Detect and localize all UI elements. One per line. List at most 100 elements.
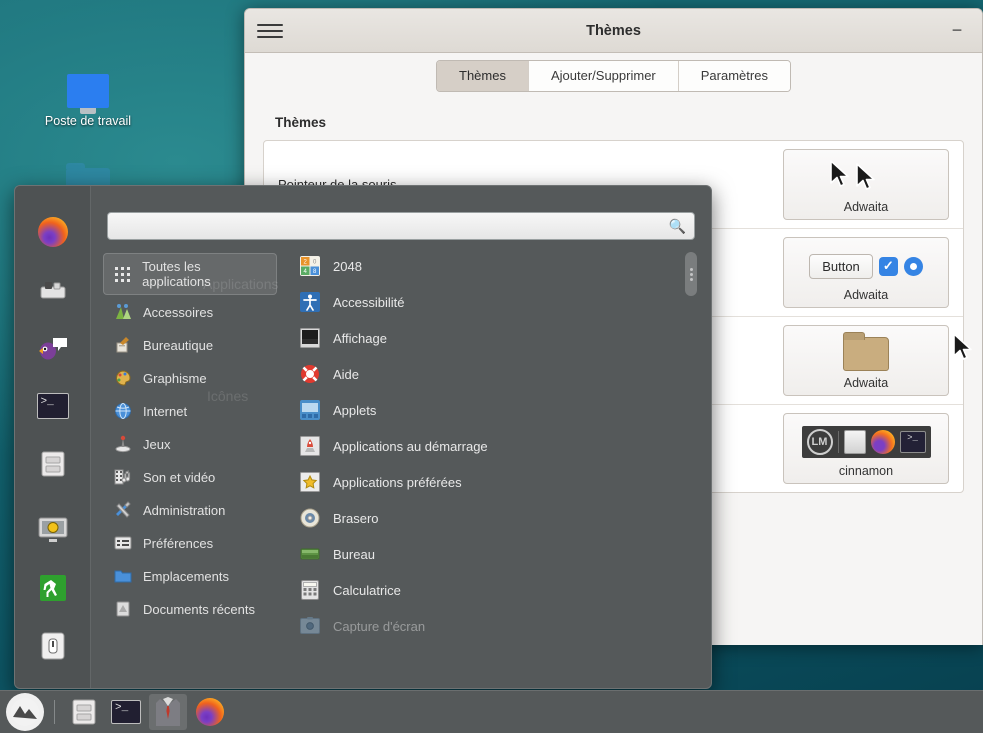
sidebar-item-administration[interactable]: Administration bbox=[103, 494, 277, 526]
preview-button-label: Button bbox=[809, 253, 873, 279]
list-item-label: Brasero bbox=[333, 510, 379, 526]
taskbar-files-icon[interactable] bbox=[65, 694, 103, 730]
files-icon[interactable] bbox=[33, 444, 73, 484]
firefox-icon bbox=[870, 430, 895, 454]
list-item[interactable]: Accessibilité bbox=[291, 284, 699, 320]
sidebar-item-label: Emplacements bbox=[143, 568, 229, 584]
list-item-label: Applications préférées bbox=[333, 474, 462, 490]
sidebar-item-label: Administration bbox=[143, 502, 226, 518]
sidebar-item-graphics[interactable]: Graphisme bbox=[103, 362, 277, 394]
grid-icon bbox=[113, 264, 132, 284]
list-item[interactable]: Affichage bbox=[291, 320, 699, 356]
list-item-label: Affichage bbox=[333, 330, 387, 346]
menu-right-pane: 🔍 Applications Icônes Toutes les applica… bbox=[91, 186, 711, 688]
list-item-label: Capture d'écran bbox=[333, 618, 426, 634]
desktop[interactable]: Poste de travail Dossier personnel Corbe… bbox=[0, 0, 983, 733]
sidebar-item-games[interactable]: Jeux bbox=[103, 428, 277, 460]
sidebar-item-accessories[interactable]: Accessoires bbox=[103, 296, 277, 328]
taskbar-themes-window-icon[interactable] bbox=[149, 694, 187, 730]
mouse-pointer-theme-button[interactable]: Adwaita bbox=[783, 149, 949, 220]
hamburger-icon[interactable] bbox=[257, 18, 283, 44]
terminal-icon[interactable]: >_ bbox=[33, 386, 73, 426]
list-item-label: Applications au démarrage bbox=[333, 438, 488, 454]
taskbar-firefox-icon[interactable] bbox=[191, 694, 229, 730]
sidebar-item-label: Bureautique bbox=[143, 337, 214, 353]
sidebar-item-internet[interactable]: Internet bbox=[103, 395, 277, 427]
tab-themes[interactable]: Thèmes bbox=[437, 60, 529, 92]
accessories-icon bbox=[113, 302, 133, 322]
menu-columns: Applications Icônes Toutes les applicati… bbox=[103, 248, 699, 678]
scrollbar-thumb[interactable] bbox=[685, 252, 697, 296]
firefox-icon[interactable] bbox=[33, 212, 73, 252]
list-item[interactable]: 248 0 2048 bbox=[291, 248, 699, 284]
sidebar-item-sound-video[interactable]: Son et vidéo bbox=[103, 461, 277, 493]
lock-screen-icon[interactable] bbox=[33, 510, 73, 550]
list-item-label: Calculatrice bbox=[333, 582, 401, 598]
sidebar-item-label: Toutes les applications bbox=[142, 259, 211, 289]
desktop-settings-icon bbox=[299, 543, 321, 565]
window-title: Thèmes bbox=[586, 22, 641, 39]
places-icon bbox=[113, 566, 133, 586]
minimize-button[interactable]: − bbox=[944, 18, 970, 44]
startup-applications-icon bbox=[299, 435, 321, 457]
section-title: Thèmes bbox=[275, 115, 327, 130]
list-item[interactable]: Calculatrice bbox=[291, 572, 699, 608]
sidebar-item-places[interactable]: Emplacements bbox=[103, 560, 277, 592]
list-item[interactable]: Applets bbox=[291, 392, 699, 428]
2048-icon: 248 0 bbox=[299, 255, 321, 277]
mint-logo-icon: LM bbox=[806, 429, 833, 455]
computer-icon bbox=[40, 60, 136, 114]
radio-icon bbox=[903, 256, 923, 276]
list-item-label: Applets bbox=[333, 402, 377, 418]
list-item[interactable]: Capture d'écran bbox=[291, 608, 699, 644]
sidebar-item-label: Internet bbox=[143, 403, 188, 419]
list-item[interactable]: Brasero bbox=[291, 500, 699, 536]
list-item-label: Accessibilité bbox=[333, 294, 405, 310]
window-titlebar[interactable]: Thèmes − bbox=[245, 9, 982, 53]
app-list-scrollbar[interactable] bbox=[685, 252, 697, 480]
sidebar-item-label: Jeux bbox=[143, 436, 171, 452]
mint-menu-icon[interactable] bbox=[6, 693, 44, 731]
tab-add-remove[interactable]: Ajouter/Supprimer bbox=[528, 60, 679, 92]
display-icon bbox=[299, 327, 321, 349]
cursor-preview-icon bbox=[794, 158, 938, 198]
list-item[interactable]: Applications au démarrage bbox=[291, 428, 699, 464]
list-item[interactable]: Bureau bbox=[291, 536, 699, 572]
software-manager-icon[interactable] bbox=[33, 270, 73, 310]
search-icon: 🔍 bbox=[668, 217, 686, 234]
accessibility-icon bbox=[299, 291, 321, 313]
sidebar-item-all-applications[interactable]: Toutes les applications bbox=[103, 253, 277, 295]
screenshot-icon bbox=[299, 615, 321, 637]
list-item[interactable]: Applications préférées bbox=[291, 464, 699, 500]
hexchat-icon[interactable] bbox=[33, 328, 73, 368]
taskbar[interactable]: >_ bbox=[0, 690, 983, 733]
sidebar-item-label: Graphisme bbox=[143, 370, 207, 386]
application-menu[interactable]: >_ 🔍 Applications Icônes Toutes les appl… bbox=[14, 185, 712, 689]
search-input[interactable] bbox=[116, 218, 669, 234]
controls-preview: Button ✓ bbox=[794, 246, 938, 286]
search-box[interactable]: 🔍 bbox=[107, 212, 695, 240]
shutdown-icon[interactable] bbox=[33, 626, 73, 666]
internet-icon bbox=[113, 401, 133, 421]
tab-bar: Thèmes Ajouter/Supprimer Paramètres bbox=[245, 53, 982, 99]
applets-icon bbox=[299, 399, 321, 421]
category-pane: Toutes les applications Accessoires Bure… bbox=[103, 248, 277, 678]
logout-icon[interactable] bbox=[33, 568, 73, 608]
favorites-pane: >_ bbox=[15, 186, 91, 688]
sidebar-item-label: Accessoires bbox=[143, 304, 214, 320]
list-item[interactable]: Aide bbox=[291, 356, 699, 392]
sidebar-item-recent-documents[interactable]: Documents récents bbox=[103, 593, 277, 625]
desktop-theme-button[interactable]: LM >_ cinnamon bbox=[783, 413, 949, 484]
sidebar-item-office[interactable]: Bureautique bbox=[103, 329, 277, 361]
icons-theme-button[interactable]: Adwaita bbox=[783, 325, 949, 396]
preferences-icon bbox=[113, 533, 133, 553]
theme-value: Adwaita bbox=[843, 200, 889, 214]
taskbar-terminal-icon[interactable]: >_ bbox=[107, 694, 145, 730]
desktop-icon-computer[interactable]: Poste de travail bbox=[40, 60, 136, 128]
controls-theme-button[interactable]: Button ✓ Adwaita bbox=[783, 237, 949, 308]
application-list: 248 0 2048 Accessibilité Affichage Aide … bbox=[277, 248, 699, 678]
sidebar-item-preferences[interactable]: Préférences bbox=[103, 527, 277, 559]
files-icon bbox=[843, 430, 866, 454]
tab-settings[interactable]: Paramètres bbox=[678, 60, 790, 92]
list-item-label: Bureau bbox=[333, 546, 375, 562]
